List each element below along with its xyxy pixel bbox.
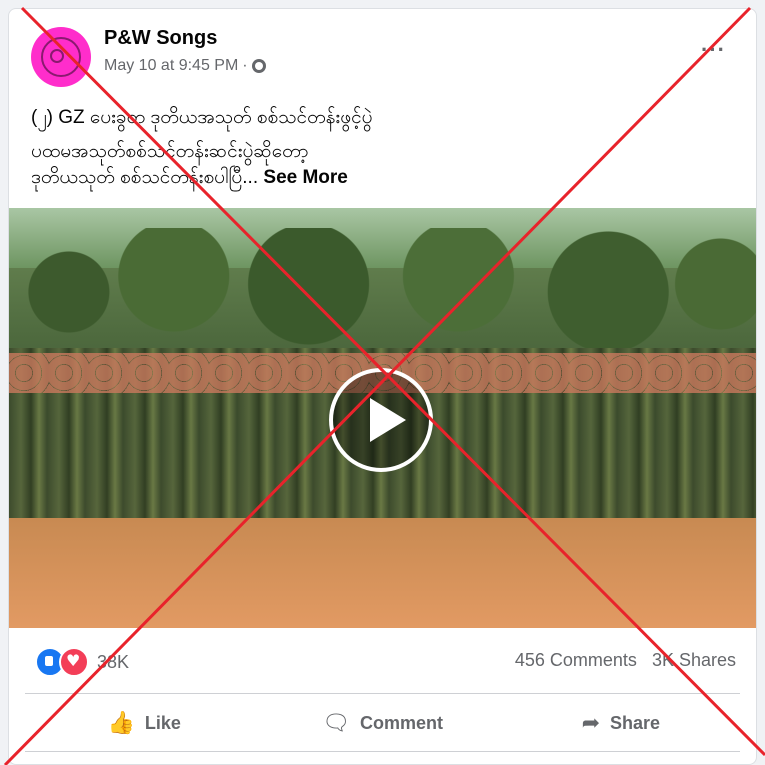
caption-line-text: ဒုတိယသုတ် စစ်သင်တန်းစပါပြီ...: [31, 167, 259, 188]
love-reaction-icon: [59, 647, 89, 677]
reaction-count: 38K: [97, 651, 130, 672]
like-button-label: Like: [144, 712, 181, 733]
see-more-link[interactable]: See More: [263, 167, 347, 188]
globe-icon: [251, 59, 266, 73]
post-meta: May 10 at 9:45 PM ·: [104, 57, 266, 75]
meta-separator: ·: [242, 57, 248, 74]
divider: [25, 751, 740, 752]
caption-line-last: ဒုတိယသုတ် စစ်သင်တန်းစပါပြီ... See More: [31, 165, 731, 191]
caption-line: ပထမအသုတ်စစ်သင်တန်းဆင်းပွဲဆိုတော့: [31, 141, 309, 162]
like-button[interactable]: 👍 Like: [25, 695, 263, 751]
divider: [25, 693, 740, 694]
video-ground: [9, 518, 756, 628]
post-stats: 38K 456 Comments 3K Shares: [9, 629, 756, 693]
comment-button-label: Comment: [359, 712, 443, 733]
reactions-summary[interactable]: 38K: [35, 647, 129, 677]
share-button-label: Share: [610, 712, 661, 733]
caption-line: (၂) GZ ပေးခွတ ဒုတိယအသုတ် စစ်သင်တန်းဖွင့်…: [31, 107, 373, 128]
avatar-logo-icon: [41, 37, 81, 77]
comments-count-link[interactable]: 456 Comments: [515, 650, 637, 670]
post-caption: (၂) GZ ပေးခွတ ဒုတိယအသုတ် စစ်သင်တန်းဖွင့်…: [31, 105, 731, 191]
facebook-post-card: P&W Songs May 10 at 9:45 PM · ··· (၂) GZ…: [8, 8, 757, 765]
page-avatar[interactable]: [31, 27, 91, 87]
comment-button[interactable]: 🗨 Comment: [263, 695, 501, 751]
page-name-link[interactable]: P&W Songs: [104, 27, 217, 50]
more-options-icon[interactable]: ···: [701, 37, 726, 63]
post-actions-bar: 👍 Like 🗨 Comment ➦ Share: [25, 695, 740, 751]
thumbs-up-icon: 👍: [107, 710, 135, 736]
play-icon: [370, 398, 406, 442]
engagement-counts: 456 Comments 3K Shares: [515, 650, 736, 671]
share-button[interactable]: ➦ Share: [502, 695, 740, 751]
screenshot-frame: P&W Songs May 10 at 9:45 PM · ··· (၂) GZ…: [0, 0, 765, 765]
post-timestamp[interactable]: May 10 at 9:45 PM: [104, 57, 238, 75]
comment-bubble-icon: 🗨: [322, 710, 350, 736]
play-button[interactable]: [329, 368, 433, 472]
share-arrow-icon: ➦: [581, 710, 601, 736]
shares-count-link[interactable]: 3K Shares: [652, 650, 736, 670]
video-player[interactable]: [9, 208, 756, 628]
